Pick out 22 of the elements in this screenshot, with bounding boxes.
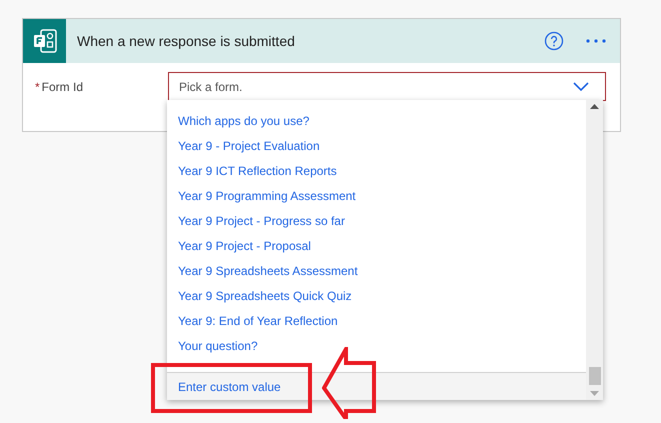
dropdown-option[interactable]: Which apps do you use?	[167, 108, 586, 133]
scroll-up-icon[interactable]	[590, 104, 599, 109]
dropdown-option[interactable]: Year 9 Programming Assessment	[167, 183, 586, 208]
dropdown-option[interactable]: Year 9 - Project Evaluation	[167, 133, 586, 158]
field-label: Form Id	[42, 79, 84, 96]
dropdown-option[interactable]: Year 9 Spreadsheets Quick Quiz	[167, 283, 586, 308]
required-mark: *	[35, 79, 40, 96]
form-input[interactable]: Pick a form.	[179, 78, 573, 96]
more-icon[interactable]	[586, 39, 606, 43]
scroll-thumb[interactable]	[588, 367, 600, 385]
dropdown-option[interactable]: Your question?	[167, 333, 586, 358]
dropdown-option[interactable]: Year 9 Project - Proposal	[167, 233, 586, 258]
dropdown-option[interactable]: Year 9: End of Year Reflection	[167, 308, 586, 333]
dropdown-option[interactable]: Year 9 Project - Progress so far	[167, 208, 586, 233]
dropdown-option[interactable]: Year 9 ICT Reflection Reports	[167, 158, 586, 183]
chevron-down-icon	[573, 82, 589, 91]
card-title: When a new response is submitted	[77, 32, 295, 51]
dropdown-option[interactable]: Year 9 Spreadsheets Assessment	[167, 258, 586, 283]
custom-value-option[interactable]: Enter custom value	[167, 372, 586, 400]
form-select[interactable]: Pick a form.	[168, 72, 606, 101]
arrow-drawing	[322, 347, 378, 419]
help-icon[interactable]	[544, 31, 564, 51]
